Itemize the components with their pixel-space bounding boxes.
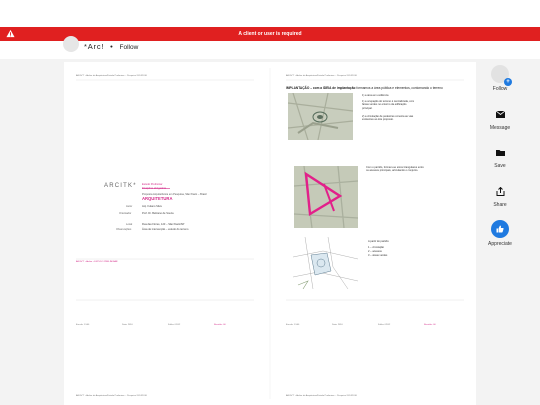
info-value-1: Arq. Fulano Silva: [142, 205, 162, 208]
info-value-2: Prof. Dr. Beltrano de Souza: [142, 212, 174, 215]
top-navigation-bar: [0, 0, 540, 27]
follow-button[interactable]: + Follow: [479, 65, 521, 92]
envelope-icon: [492, 106, 508, 122]
note-3-body: Com o partido, formam-se eixos triangula…: [366, 166, 424, 173]
project-canvas: ARCH*T • Atelier de Arquitetura/Estudo P…: [64, 62, 476, 405]
owner-name[interactable]: *Arc!: [84, 42, 104, 51]
follow-link[interactable]: Follow: [119, 44, 138, 51]
left-footer-col-1: Escala: 1:500: [76, 324, 90, 326]
right-footer-col-4: Revisão: 00: [424, 324, 436, 326]
info-label-3: Local: [126, 223, 133, 226]
share-label: Share: [493, 202, 507, 208]
save-label: Save: [494, 163, 506, 169]
left-page-2-header: ARCH*T • Atelier de Arquitetura/Estudo P…: [76, 395, 147, 397]
project-name: ARQUITETURA: [142, 196, 173, 201]
site-plan-drawing: [293, 237, 358, 289]
canvas-drawing: [76, 68, 464, 399]
implantation-heading-rest: formamos a área pública e elementos, con…: [356, 86, 443, 90]
plus-icon: +: [504, 78, 512, 86]
list-item-2: 2 – acessos: [368, 250, 382, 253]
thumbs-up-icon: [491, 220, 509, 238]
info-label-1: Autor: [126, 205, 133, 208]
site-map-aerial-2: [294, 166, 358, 228]
left-footer-col-2: Data: 2016: [122, 324, 133, 326]
share-button[interactable]: Share: [479, 183, 521, 208]
separator-dot: •: [110, 42, 114, 51]
info-label-2: Orientador: [119, 212, 132, 215]
site-map-aerial-1: [288, 93, 353, 140]
project-owner: *Arc! • Follow: [84, 42, 138, 51]
right-footer-col-1: Escala: 1:500: [286, 324, 300, 326]
info-value-3: Rua das Flores, 123 – São Paulo/SP: [142, 223, 185, 226]
right-page-2-header: ARCH*T • Atelier de Arquitetura/Estudo P…: [286, 395, 357, 397]
warning-icon: [6, 29, 15, 38]
owner-avatar-large: +: [491, 65, 512, 86]
error-alert-banner: A client or user is required: [0, 27, 540, 41]
list-title: A partir do partido:: [368, 240, 390, 243]
follow-label: Follow: [492, 86, 508, 92]
course-title: Estudo Preliminar: [142, 183, 163, 186]
appreciate-label: Appreciate: [488, 241, 512, 247]
right-footer-col-3: Folha: 02/02: [378, 324, 391, 326]
appreciate-button[interactable]: Appreciate: [479, 220, 521, 247]
list-item-1: 1 – circulação: [368, 246, 385, 249]
info-label-4: Observações: [116, 228, 132, 231]
list-item-3: 3 – áreas verdes: [368, 254, 388, 257]
implantation-heading: IMPLANTAÇÃO – com a IDEIA de implantação…: [286, 86, 443, 90]
message-label: Message: [489, 125, 511, 131]
share-icon: [492, 183, 508, 199]
note-2-body: 2) a circulação de pedestres conecta as …: [362, 115, 414, 122]
note-1-body: 1) a ocupação do terreno é centralizada,…: [362, 100, 415, 110]
folder-icon: [492, 144, 508, 160]
right-page-header: ARCH*T • Atelier de Arquitetura/Estudo P…: [286, 75, 357, 77]
left-page-header: ARCH*T • Atelier de Arquitetura/Estudo P…: [76, 75, 147, 77]
message-button[interactable]: Message: [479, 106, 521, 131]
left-footer-col-3: Folha: 01/02: [168, 324, 181, 326]
alert-message: A client or user is required: [238, 31, 302, 37]
implantation-heading-title: IMPLANTAÇÃO – com a IDEIA de implantação: [286, 86, 356, 90]
project-header: *Arc! • Follow: [0, 36, 540, 59]
studio-logo: ARCITK*: [104, 183, 137, 189]
note-1-title: 1) a área em evidência: [362, 94, 389, 97]
right-footer-col-2: Data: 2016: [332, 324, 343, 326]
owner-avatar[interactable]: [63, 36, 79, 52]
save-button[interactable]: Save: [479, 144, 521, 169]
info-value-4: Área de intervenção – estudo do terreno: [142, 228, 189, 231]
course-subtitle: Disciplina obrigatória: [142, 187, 167, 190]
left-footer-note: ARCH*T • Atelier • ESTUDO PRELIMINAR: [76, 261, 118, 263]
left-footer-col-4: Revisão: 00: [214, 324, 226, 326]
